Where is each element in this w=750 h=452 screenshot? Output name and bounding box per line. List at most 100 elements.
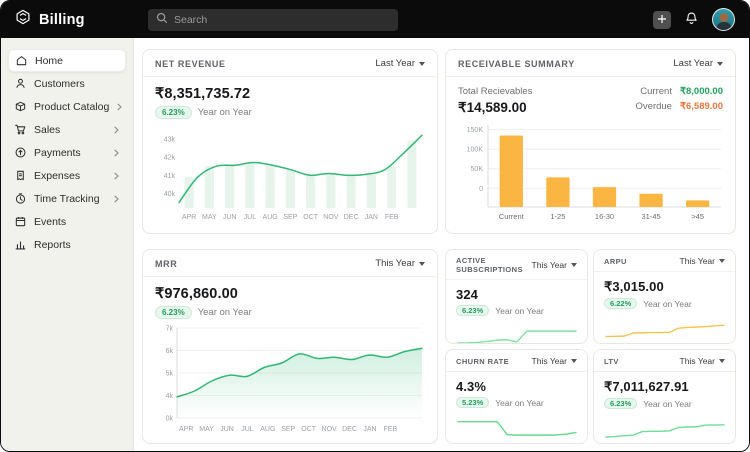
- svg-text:4k: 4k: [166, 393, 174, 400]
- svg-text:1-25: 1-25: [550, 212, 565, 221]
- stat-card-grid: ACTIVE SUBSCRIPTIONS This Year 324 6.23%…: [445, 249, 736, 444]
- sidebar-item-label: Expenses: [34, 170, 80, 182]
- svg-text:MAY: MAY: [199, 426, 214, 433]
- svg-text:NOV: NOV: [323, 214, 339, 221]
- ltv-period-select[interactable]: This Year: [680, 356, 725, 366]
- plus-icon: [657, 12, 667, 27]
- svg-text:100K: 100K: [467, 147, 484, 154]
- active-subscriptions-value: 324: [456, 287, 577, 302]
- svg-text:50K: 50K: [471, 166, 484, 173]
- arpu-period-select[interactable]: This Year: [680, 256, 725, 266]
- svg-text:JAN: JAN: [365, 214, 378, 221]
- mrr-trend-caption: Year on Year: [198, 307, 252, 318]
- product-catalog-icon: [14, 100, 27, 113]
- svg-text:JUN: JUN: [223, 214, 237, 221]
- svg-text:6k: 6k: [166, 348, 174, 355]
- arpu-value: ₹3,015.00: [604, 279, 725, 295]
- chevron-down-icon: [719, 359, 725, 363]
- sidebar: Home Customers Product Catalog Sales: [1, 38, 134, 451]
- sidebar-item-label: Customers: [34, 78, 85, 90]
- billing-logo-icon: [14, 8, 32, 31]
- arpu-title: ARPU: [604, 257, 627, 266]
- mrr-title: MRR: [155, 259, 177, 269]
- svg-text:SEP: SEP: [281, 426, 295, 433]
- sidebar-item-label: Time Tracking: [34, 193, 100, 205]
- sidebar-item-expenses[interactable]: Expenses: [8, 164, 126, 187]
- ltv-value: ₹7,011,627.91: [604, 379, 725, 395]
- notifications-button[interactable]: [684, 11, 699, 29]
- receivable-summary-title: RECEIVABLE SUMMARY: [458, 59, 575, 69]
- sidebar-item-reports[interactable]: Reports: [8, 233, 126, 256]
- churn-rate-card: CHURN RATE This Year 4.3% 5.23% Year on …: [445, 349, 588, 444]
- sidebar-item-home[interactable]: Home: [8, 49, 126, 72]
- topbar: Billing: [1, 1, 749, 38]
- current-value: ₹8,000.00: [680, 86, 723, 97]
- svg-text:JUL: JUL: [241, 426, 254, 433]
- chevron-down-icon: [571, 359, 577, 363]
- svg-text:31-45: 31-45: [642, 212, 661, 221]
- sidebar-item-customers[interactable]: Customers: [8, 72, 126, 95]
- mrr-card: MRR This Year ₹976,860.00 6.23% Year on …: [142, 249, 438, 444]
- arpu-period-value: This Year: [680, 256, 715, 266]
- churn-rate-trend-badge: 5.23%: [456, 397, 489, 408]
- ltv-sparkline: [604, 412, 726, 442]
- chevron-right-icon: [116, 103, 123, 111]
- sidebar-item-payments[interactable]: Payments: [8, 141, 126, 164]
- sidebar-item-label: Product Catalog: [34, 101, 109, 113]
- svg-text:JUL: JUL: [244, 214, 257, 221]
- svg-text:DEC: DEC: [344, 214, 359, 221]
- topbar-actions: [653, 8, 749, 31]
- svg-text:43k: 43k: [164, 136, 176, 143]
- receivable-summary-period-select[interactable]: Last Year: [673, 58, 723, 69]
- chevron-right-icon: [113, 195, 120, 203]
- sidebar-item-product-catalog[interactable]: Product Catalog: [8, 95, 126, 118]
- net-revenue-period-select[interactable]: Last Year: [375, 58, 425, 69]
- total-receivables: Total Recievables ₹14,589.00: [458, 86, 532, 116]
- user-avatar[interactable]: [712, 8, 735, 31]
- payments-icon: [14, 146, 27, 159]
- churn-rate-trend-caption: Year on Year: [495, 398, 543, 408]
- sidebar-item-label: Sales: [34, 124, 60, 136]
- active-subscriptions-card: ACTIVE SUBSCRIPTIONS This Year 324 6.23%…: [445, 249, 588, 344]
- svg-text:150K: 150K: [467, 127, 484, 134]
- svg-text:DEC: DEC: [342, 426, 357, 433]
- arpu-sparkline: [604, 312, 726, 342]
- svg-text:NOV: NOV: [322, 426, 338, 433]
- add-button[interactable]: [653, 11, 671, 29]
- arpu-card: ARPU This Year ₹3,015.00 6.22% Year on Y…: [593, 249, 736, 344]
- overdue-value: ₹6,589.00: [680, 101, 723, 112]
- chevron-right-icon: [113, 149, 120, 157]
- search-input[interactable]: [174, 14, 390, 26]
- search-icon: [156, 11, 168, 29]
- sidebar-item-label: Payments: [34, 147, 81, 159]
- sales-icon: [14, 123, 27, 136]
- sidebar-item-events[interactable]: Events: [8, 210, 126, 233]
- chevron-down-icon: [571, 263, 577, 267]
- sidebar-item-label: Home: [35, 55, 63, 67]
- svg-text:AUG: AUG: [260, 426, 275, 433]
- app-title: Billing: [39, 12, 85, 28]
- svg-text:16-30: 16-30: [595, 212, 614, 221]
- sidebar-item-label: Events: [34, 216, 66, 228]
- svg-text:Current: Current: [499, 212, 525, 221]
- net-revenue-value: ₹8,351,735.72: [155, 86, 425, 102]
- sidebar-item-time-tracking[interactable]: Time Tracking: [8, 187, 126, 210]
- active-subscriptions-title: ACTIVE SUBSCRIPTIONS: [456, 256, 532, 274]
- churn-rate-period-select[interactable]: This Year: [532, 356, 577, 366]
- active-subscriptions-trend-badge: 6.23%: [456, 305, 489, 316]
- svg-text:>45: >45: [691, 212, 704, 221]
- sidebar-item-sales[interactable]: Sales: [8, 118, 126, 141]
- svg-text:7k: 7k: [166, 326, 174, 333]
- mrr-chart: 7k6k5k4k0kAPRMAYJUNJULAUGSEPOCTNOVDECJAN…: [155, 322, 427, 434]
- mrr-period-select[interactable]: This Year: [375, 258, 425, 269]
- churn-rate-sparkline: [456, 411, 578, 441]
- mrr-value: ₹976,860.00: [155, 286, 425, 302]
- current-label: Current: [636, 86, 672, 97]
- svg-text:0: 0: [479, 186, 483, 193]
- churn-rate-title: CHURN RATE: [456, 357, 509, 366]
- active-subscriptions-period-select[interactable]: This Year: [532, 260, 577, 270]
- expenses-icon: [14, 169, 27, 182]
- ltv-title: LTV: [604, 357, 619, 366]
- ltv-card: LTV This Year ₹7,011,627.91 6.23% Year o…: [593, 349, 736, 444]
- bell-icon: [684, 11, 699, 29]
